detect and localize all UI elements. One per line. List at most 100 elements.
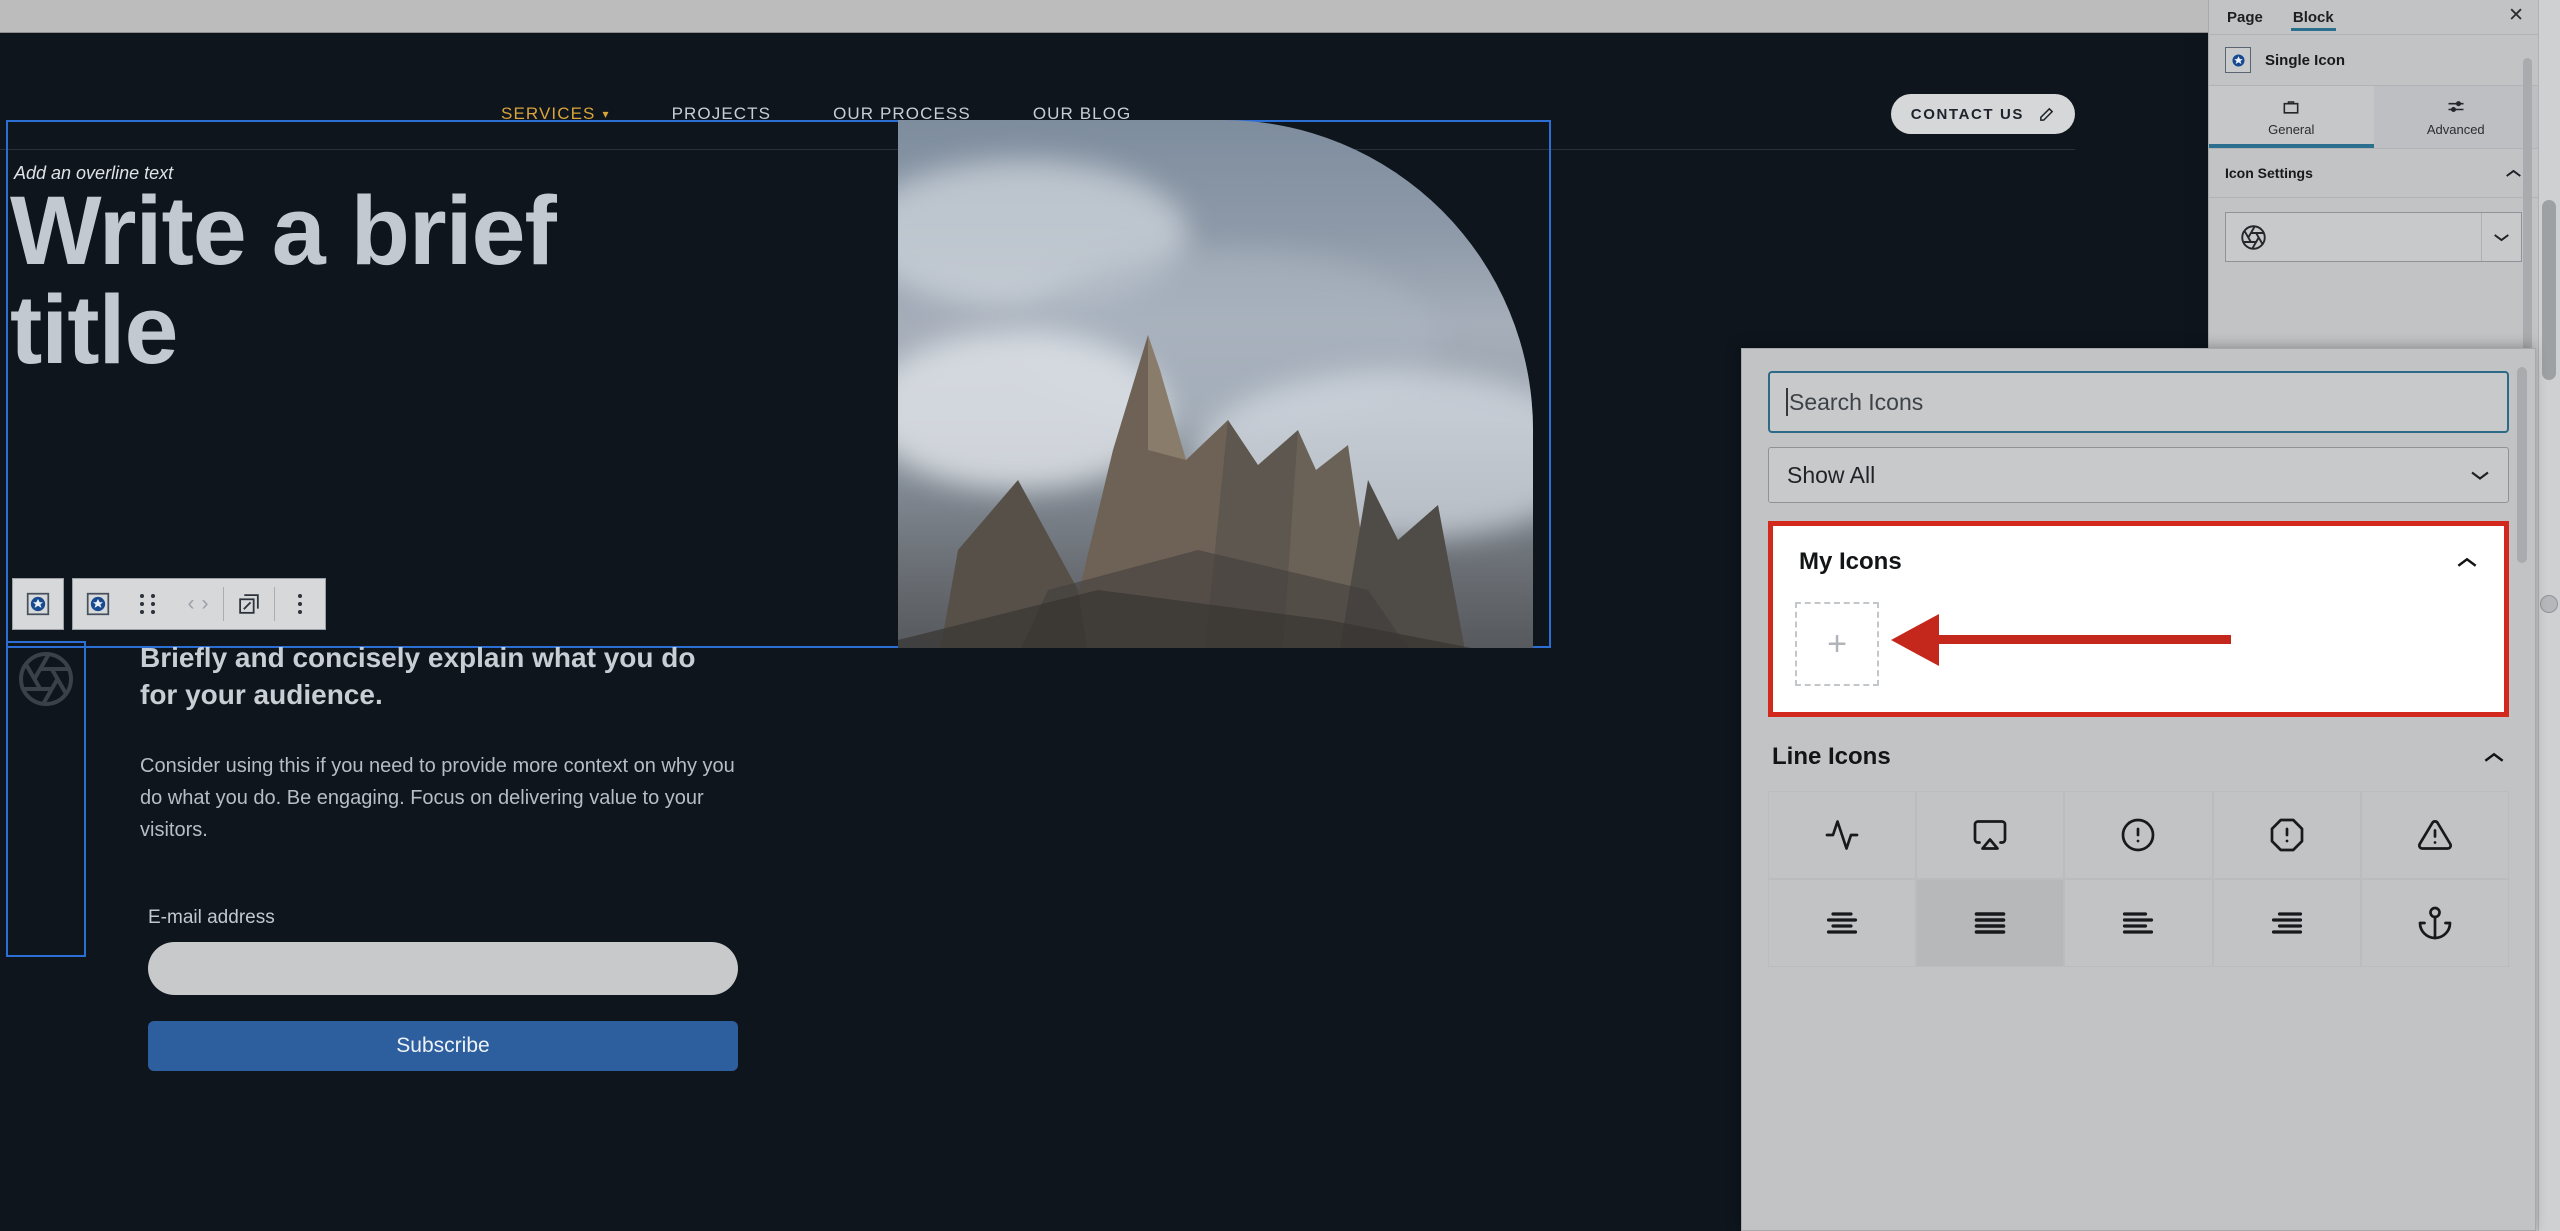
block-toolbar: ‹› [12,578,326,630]
subscribe-button[interactable]: Subscribe [148,1021,738,1071]
sliders-icon [2445,97,2467,117]
contact-us-label: CONTACT US [1911,106,2024,123]
icon-cell-alert-circle[interactable] [2064,791,2212,879]
block-name-label: Single Icon [2265,52,2345,69]
alert-triangle-icon [2417,817,2453,853]
icon-cell-align-left[interactable] [2064,879,2212,967]
anchor-icon [2417,905,2453,941]
hero-left-column: Add an overline text Write a brief title [8,122,758,646]
upload-icon-box[interactable]: + [1795,602,1879,686]
icon-cell-align-justify[interactable] [1916,879,2064,967]
email-input[interactable] [148,942,738,995]
selected-icon-slot [2226,224,2481,251]
more-options-button[interactable] [275,579,325,629]
aperture-icon [16,649,76,709]
single-icon-glyph [25,591,51,617]
edit-square-icon [237,592,262,617]
icon-cell-align-center[interactable] [1768,879,1916,967]
icon-field-caret[interactable] [2481,213,2521,261]
subscribe-form: E-mail address Subscribe [148,907,738,1071]
page-scrollbar[interactable] [2538,0,2560,1231]
chevron-up-icon[interactable] [2456,556,2478,569]
tab-advanced[interactable]: Advanced [2374,86,2539,148]
sidebar-settings-tabs: General Advanced [2209,86,2538,148]
align-right-icon [2269,905,2305,941]
picker-scrollbar[interactable] [2517,367,2527,563]
single-icon-glyph [2230,52,2247,69]
six-dots-icon [140,594,156,614]
tab-general-label: General [2268,122,2314,137]
block-icon [2280,97,2302,117]
tab-general[interactable]: General [2209,86,2374,148]
tab-page[interactable]: Page [2225,4,2265,31]
alert-octagon-icon [2269,817,2305,853]
mountain-photo[interactable] [898,120,1533,648]
icon-picker-body: Search Icons Show All My Icons + [1742,349,2535,967]
edit-duplicate-button[interactable] [224,579,274,629]
icon-cell-alert-triangle[interactable] [2361,791,2509,879]
hero-body-copy[interactable]: Consider using this if you need to provi… [140,751,740,846]
icon-block-selection[interactable] [6,641,86,957]
icon-cell-anchor[interactable] [2361,879,2509,967]
section-title: Icon Settings [2225,165,2313,181]
airplay-icon [1972,817,2008,853]
icon-cell-airplay[interactable] [1916,791,2064,879]
scrollbar-grip-icon[interactable] [2540,595,2558,613]
alert-circle-icon [2120,817,2156,853]
sidebar-tabs: Page Block ✕ [2209,0,2538,34]
aperture-icon [2240,224,2267,251]
icon-cell-alert-octagon[interactable] [2213,791,2361,879]
pencil-icon [2038,106,2055,123]
icon-cell-align-right[interactable] [2213,879,2361,967]
chevron-up-icon[interactable] [2483,751,2505,764]
selected-block-row: Single Icon [2209,34,2538,86]
chevron-down-icon: ▾ [602,108,609,120]
hero-title[interactable]: Write a brief title [10,182,740,380]
my-icons-header[interactable]: My Icons [1773,526,2504,576]
plus-icon: + [1827,625,1847,664]
icon-select-field[interactable] [2225,212,2522,262]
chevron-down-icon [2470,469,2490,482]
line-icons-grid [1768,791,2509,967]
block-type-button[interactable] [73,579,123,629]
single-icon-glyph [85,591,111,617]
screen: SERVICES ▾ PROJECTS OUR PROCESS OUR BLOG… [0,0,2560,1231]
hero-image-frame [880,120,1551,648]
filter-selected-label: Show All [1787,462,1875,489]
align-center-icon [1824,905,1860,941]
icon-picker-modal: Search Icons Show All My Icons + [1741,348,2536,1231]
tab-advanced-label: Advanced [2427,122,2485,137]
group-title: Line Icons [1772,743,1891,771]
search-icons-field[interactable]: Search Icons [1768,371,2509,433]
block-thumbnail [2225,47,2251,73]
move-block-buttons[interactable]: ‹› [173,579,223,629]
line-icons-header[interactable]: Line Icons [1768,717,2509,771]
drag-handle-button[interactable] [123,579,173,629]
section-icon-settings[interactable]: Icon Settings [2209,148,2538,198]
contact-us-button[interactable]: CONTACT US [1891,94,2075,134]
annotation-arrow-left [1891,610,2231,670]
browser-chrome-strip [0,0,2560,33]
close-icon[interactable]: ✕ [2508,6,2524,25]
icon-cell-activity[interactable] [1768,791,1916,879]
my-icons-group: My Icons + [1768,521,2509,717]
block-toolbar-group: ‹› [72,578,326,630]
hero-text-column: Briefly and concisely explain what you d… [140,639,740,846]
hero-subhead[interactable]: Briefly and concisely explain what you d… [140,639,740,713]
chevron-down-icon [2493,232,2510,243]
parent-block-button[interactable] [12,578,64,630]
tab-block[interactable]: Block [2291,4,2336,31]
three-dots-icon [298,594,302,614]
search-placeholder: Search Icons [1789,389,1923,416]
activity-icon [1824,817,1860,853]
chevron-up-icon[interactable] [2505,168,2522,179]
text-cursor [1786,388,1788,416]
page-scrollbar-thumb[interactable] [2542,200,2556,380]
sidebar-scrollbar[interactable] [2523,58,2532,398]
align-left-icon [2120,905,2156,941]
align-justify-icon [1972,905,2008,941]
icon-set-filter-select[interactable]: Show All [1768,447,2509,503]
email-field-label: E-mail address [148,907,738,929]
group-title: My Icons [1799,548,1902,576]
chevron-left-right-icon: ‹› [188,592,209,616]
